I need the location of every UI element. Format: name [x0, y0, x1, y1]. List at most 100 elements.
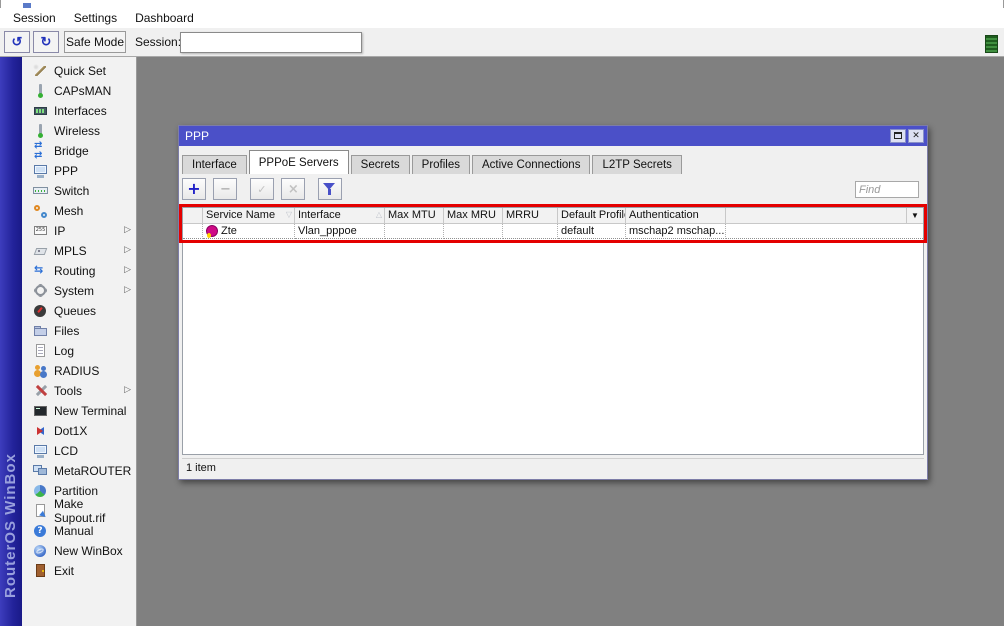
sidebar: RouterOS WinBox Quick Set CAPsMAN Interfac…	[0, 57, 137, 626]
sidebar-item-interfaces[interactable]: Interfaces	[22, 101, 137, 121]
sidebar-item-system[interactable]: System▷	[22, 281, 137, 301]
cell-max-mtu	[385, 224, 444, 239]
filter-button[interactable]	[318, 178, 342, 200]
tab-pppoe-servers[interactable]: PPPoE Servers	[249, 150, 349, 174]
connection-quality-indicator	[985, 35, 998, 53]
table-row[interactable]: ZteVlan_pppoedefaultmschap2 mschap...	[183, 224, 923, 239]
sidebar-item-label: Switch	[54, 184, 89, 198]
sidebar-item-new-winbox[interactable]: New WinBox	[22, 541, 137, 561]
column-header-interface[interactable]: Interface△	[295, 208, 385, 223]
sidebar-item-label: Log	[54, 344, 74, 358]
tab-secrets[interactable]: Secrets	[351, 155, 410, 174]
sidebar-item-capsman[interactable]: CAPsMAN	[22, 81, 137, 101]
remove-button[interactable]: −	[213, 178, 237, 200]
sidebar-item-mpls[interactable]: MPLS▷	[22, 241, 137, 261]
antenna-icon	[33, 84, 48, 98]
sidebar-item-dot1x[interactable]: Dot1X	[22, 421, 137, 441]
pppoe-servers-table: Service Name▽Interface△Max MTUMax MRUMRR…	[182, 207, 924, 455]
menubar: SessionSettingsDashboard	[0, 8, 1004, 28]
sidebar-item-switch[interactable]: Switch	[22, 181, 137, 201]
sidebar-menu: Quick Set CAPsMAN Interfaces Wireless Bridge…	[22, 61, 137, 581]
column-header-filler	[726, 208, 906, 223]
sidebar-item-label: CAPsMAN	[54, 84, 111, 98]
pie-icon	[33, 484, 48, 498]
sidebar-item-ppp[interactable]: PPP	[22, 161, 137, 181]
sidebar-item-routing[interactable]: Routing ▷	[22, 261, 137, 281]
enable-button[interactable]: ✓	[250, 178, 274, 200]
sidebar-item-radius[interactable]: RADIUS	[22, 361, 137, 381]
sidebar-item-metarouter[interactable]: MetaROUTER	[22, 461, 137, 481]
sidebar-item-queues[interactable]: Queues	[22, 301, 137, 321]
bridge-icon	[33, 144, 48, 158]
safe-mode-button[interactable]: Safe Mode	[64, 31, 126, 53]
sidebar-item-quick-set[interactable]: Quick Set	[22, 61, 137, 81]
cell-default-profile: default	[558, 224, 626, 239]
ppp-toolbar: + − ✓ ×	[182, 178, 924, 205]
menu-item-settings[interactable]: Settings	[65, 9, 126, 27]
sidebar-item-label: Routing	[54, 264, 95, 278]
brand-vertical-text: RouterOS WinBox	[0, 363, 22, 598]
column-header-max-mru[interactable]: Max MRU	[444, 208, 503, 223]
minus-icon: −	[220, 183, 231, 196]
column-header-default-profile[interactable]: Default Profile	[558, 208, 626, 223]
menu-item-dashboard[interactable]: Dashboard	[126, 9, 203, 27]
pppoe-service-icon	[206, 225, 218, 237]
maximize-icon	[894, 132, 902, 139]
globe-icon	[33, 544, 48, 558]
doc-arrow-icon	[33, 504, 48, 518]
sidebar-item-label: Mesh	[54, 204, 83, 218]
cell-filler	[726, 224, 923, 239]
sidebar-item-files[interactable]: Files	[22, 321, 137, 341]
disable-button[interactable]: ×	[281, 178, 305, 200]
tab-active-connections[interactable]: Active Connections	[472, 155, 590, 174]
column-header-blank[interactable]	[183, 208, 203, 223]
tools-icon	[33, 384, 48, 398]
sidebar-item-new-terminal[interactable]: New Terminal	[22, 401, 137, 421]
tab-interface[interactable]: Interface	[182, 155, 247, 174]
redo-button[interactable]: ↻	[33, 31, 59, 53]
cell-max-mru	[444, 224, 503, 239]
column-dropdown-button[interactable]: ▼	[906, 208, 923, 223]
find-input[interactable]	[855, 181, 919, 198]
sidebar-item-bridge[interactable]: Bridge	[22, 141, 137, 161]
session-label: Session:	[135, 28, 181, 57]
cell-blank	[183, 224, 203, 239]
column-header-service-name[interactable]: Service Name▽	[203, 208, 295, 223]
column-header-max-mtu[interactable]: Max MTU	[385, 208, 444, 223]
column-header-authentication[interactable]: Authentication	[626, 208, 726, 223]
tab-l2tp-secrets[interactable]: L2TP Secrets	[592, 155, 681, 174]
add-button[interactable]: +	[182, 178, 206, 200]
table-header-row: Service Name▽Interface△Max MTUMax MRUMRR…	[183, 208, 923, 224]
cross-icon: ×	[288, 183, 299, 196]
sidebar-item-wireless[interactable]: Wireless	[22, 121, 137, 141]
menu-item-session[interactable]: Session	[4, 9, 65, 27]
sidebar-item-ip[interactable]: IP▷	[22, 221, 137, 241]
sidebar-item-tools[interactable]: Tools▷	[22, 381, 137, 401]
dot1x-icon	[33, 424, 48, 438]
sidebar-item-label: Wireless	[54, 124, 100, 138]
sidebar-item-label: Partition	[54, 484, 98, 498]
window-title: PPP	[185, 129, 209, 143]
door-icon	[33, 564, 48, 578]
sidebar-item-exit[interactable]: Exit	[22, 561, 137, 581]
submenu-arrow-icon: ▷	[124, 224, 131, 235]
submenu-arrow-icon: ▷	[124, 264, 131, 275]
redo-icon: ↻	[41, 34, 52, 50]
tab-profiles[interactable]: Profiles	[412, 155, 470, 174]
sidebar-item-label: Exit	[54, 564, 74, 578]
undo-button[interactable]: ↺	[4, 31, 30, 53]
sidebar-item-mesh[interactable]: Mesh	[22, 201, 137, 221]
sidebar-item-label: Dot1X	[54, 424, 87, 438]
gear-icon	[33, 284, 48, 298]
ppp-window-titlebar[interactable]: PPP	[179, 126, 927, 146]
sidebar-item-lcd[interactable]: LCD	[22, 441, 137, 461]
close-button[interactable]: ✕	[908, 129, 924, 143]
card-icon	[33, 104, 48, 118]
sidebar-item-log[interactable]: Log	[22, 341, 137, 361]
terminal-icon	[33, 404, 48, 418]
maximize-button[interactable]	[890, 129, 906, 143]
column-header-mrru[interactable]: MRRU	[503, 208, 558, 223]
sidebar-item-make-supout-rif[interactable]: Make Supout.rif	[22, 501, 137, 521]
session-input[interactable]	[180, 32, 362, 53]
sidebar-item-manual[interactable]: Manual	[22, 521, 137, 541]
